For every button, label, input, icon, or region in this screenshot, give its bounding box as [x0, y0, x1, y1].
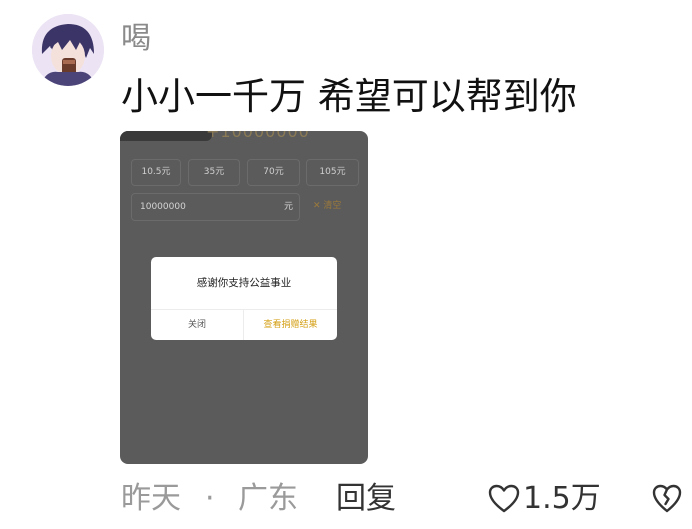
- amount-chip: 70元: [247, 159, 300, 186]
- view-result-button: 查看捐赠结果: [263, 320, 318, 330]
- amount-chip: 105元: [306, 159, 359, 186]
- avatar[interactable]: [32, 14, 104, 86]
- broken-heart-icon[interactable]: [652, 484, 682, 514]
- dialog-message: 感谢你支持公益事业: [196, 277, 292, 289]
- clear-button: ✕ 清空: [313, 201, 342, 211]
- comment-image[interactable]: +10000000 10.5元 35元 70元 105元 10000000 元 …: [120, 131, 368, 464]
- image-top-banner: [120, 131, 212, 141]
- amount-chip: 35元: [188, 159, 240, 186]
- meta-dot: ·: [205, 481, 215, 516]
- like-count: 1.5万: [523, 481, 601, 516]
- dialog-close-button: 关闭: [187, 320, 206, 330]
- amount-field: 10000000 元: [131, 193, 300, 221]
- amount-chip: 10.5元: [131, 159, 181, 186]
- username[interactable]: 喝: [121, 20, 151, 58]
- amount-value: 10000000: [140, 202, 186, 212]
- comment-text: 小小一千万 希望可以帮到你: [121, 75, 577, 118]
- thanks-dialog: 感谢你支持公益事业 关闭 查看捐赠结果: [151, 257, 337, 340]
- comment-location: 广东: [238, 481, 298, 516]
- avatar-image: [32, 14, 104, 86]
- amount-unit: 元: [283, 202, 293, 212]
- reply-button[interactable]: 回复: [336, 480, 396, 518]
- heart-icon[interactable]: [488, 484, 520, 514]
- top-amount: +10000000: [206, 131, 310, 141]
- comment-time: 昨天: [121, 481, 181, 516]
